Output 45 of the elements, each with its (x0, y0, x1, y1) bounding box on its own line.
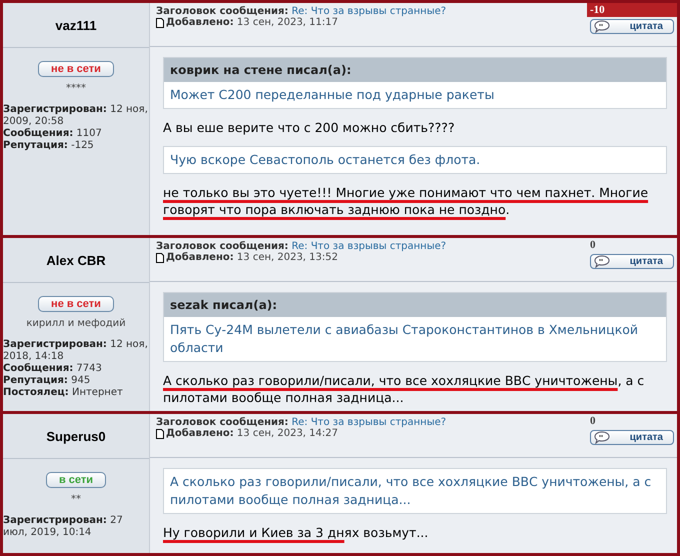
quote-button[interactable]: цитата (590, 254, 674, 269)
message-subject: Заголовок сообщения: Re: Что за взрывы странные? (156, 417, 448, 428)
profile-detail: Зарегистрирован: 12 ноя, 2018, 14:18 (3, 339, 149, 363)
post-rating: -10 (587, 3, 677, 17)
status-badge: не в сети (38, 296, 114, 312)
post-rating: 0 (589, 238, 596, 252)
profile-detail: Репутация: 945 (3, 375, 92, 387)
status-badge: не в сети (38, 61, 114, 77)
message-text: не только вы это чуете!!! Многие уже понимают что чем пахнет. Многие говорят что пора включать заднюю пока не поздно. (163, 184, 650, 218)
posted-date: Добавлено: 13 сен, 2023, 13:52 (166, 252, 338, 263)
user-rank: **** (66, 83, 86, 94)
profile-detail: Постоялец: Интернет (3, 387, 124, 399)
author-name[interactable]: Alex CBR (46, 252, 106, 268)
posted-date: Добавлено: 13 сен, 2023, 11:17 (166, 17, 338, 28)
speech-bubble-icon (594, 255, 610, 268)
profile-detail: Сообщения: 1107 (3, 128, 103, 140)
quote-text: Чую вскоре Севастополь останется без флота. (169, 151, 482, 169)
quote-button[interactable]: цитата (590, 19, 674, 34)
post-rating: 0 (589, 414, 596, 428)
author-name[interactable]: Superus0 (46, 428, 106, 444)
profile-detail: Сообщения: 7743 (3, 363, 103, 375)
page-icon (156, 252, 164, 262)
message-text: А сколько раз говорили/писали, что все хохляцкие ВВС уничтожены, а с пилотами вообще полная задница... (163, 372, 646, 406)
message-subject: Заголовок сообщения: Re: Что за взрывы странные? (156, 6, 448, 17)
quote-text: Может С200 переделанные под ударные ракеты (169, 86, 496, 104)
quote-text: Пять Су-24М вылетели с авиабазы Староконстантинов в Хмельницкой области (169, 321, 640, 357)
speech-bubble-icon (594, 20, 610, 33)
message-subject: Заголовок сообщения: Re: Что за взрывы странные? (156, 241, 448, 252)
user-rank: ** (71, 494, 81, 505)
profile-detail: Зарегистрирован: 12 ноя, 2009, 20:58 (3, 104, 149, 128)
quote-button[interactable]: цитата (590, 430, 674, 445)
message-text: А вы еше верите что с 200 можно сбить???? (163, 119, 456, 136)
profile-detail: Зарегистрирован: 27 июл, 2019, 10:14 (3, 515, 124, 539)
quote-text: А сколько раз говорили/писали, что все хохляцкие ВВС уничтожены, а с пилотами вообще полная задница... (169, 473, 652, 509)
profile-detail: Репутация: -125 (3, 140, 95, 152)
quote-author: коврик на стене писал(а): (164, 58, 666, 82)
quote-author: sezak писал(а): (164, 293, 666, 317)
speech-bubble-icon (594, 431, 610, 444)
page-icon (156, 18, 164, 28)
author-name[interactable]: vaz111 (55, 18, 97, 32)
message-text: Ну говорили и Киев за 3 днях возьмут... (163, 524, 430, 541)
page-icon (156, 428, 164, 438)
status-badge: в сети (46, 472, 106, 488)
posted-date: Добавлено: 13 сен, 2023, 14:27 (166, 428, 338, 439)
user-rank: кирилл и мефодий (26, 318, 126, 329)
